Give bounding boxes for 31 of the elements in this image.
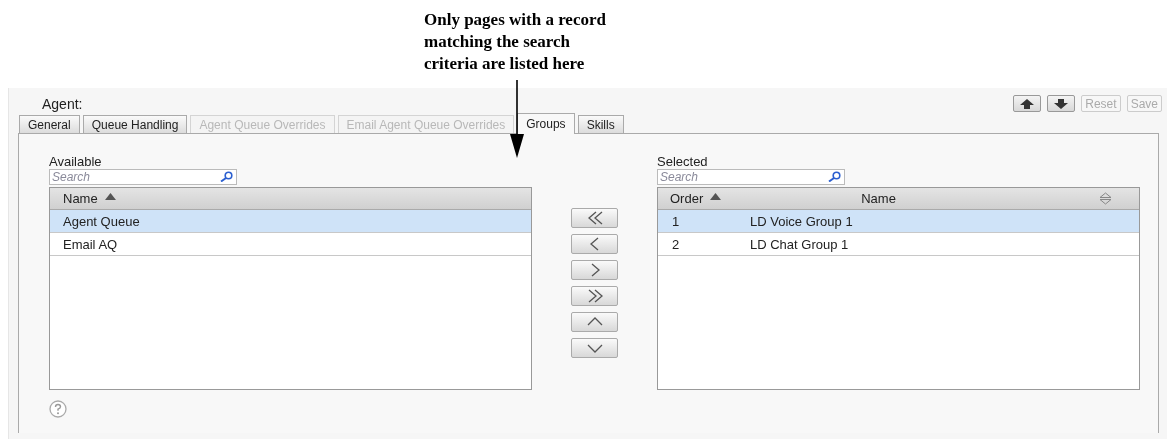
- selected-label: Selected: [657, 155, 709, 169]
- sort-ascending-icon: [104, 193, 116, 200]
- column-header[interactable]: Name: [861, 191, 896, 206]
- move-all-right-button[interactable]: [571, 286, 618, 306]
- tab[interactable]: General: [19, 115, 80, 133]
- search-field[interactable]: Search: [49, 169, 237, 185]
- list-row[interactable]: Email AQ: [50, 233, 531, 256]
- arrow-up-icon: [1020, 98, 1035, 109]
- move-right-button[interactable]: [571, 260, 618, 280]
- tab[interactable]: Groups: [517, 113, 575, 134]
- list-row[interactable]: Agent Queue: [50, 210, 531, 233]
- arrow-down-icon: [1054, 98, 1069, 109]
- tab[interactable]: Queue Handling: [82, 115, 188, 133]
- sortable-icon: [1099, 192, 1112, 205]
- move-left-button[interactable]: [571, 234, 618, 254]
- search-field[interactable]: Search: [657, 169, 845, 185]
- search-icon: [828, 171, 841, 182]
- list-row[interactable]: 2 LD Chat Group 1: [658, 233, 1139, 256]
- callout-text: Only pages with a record matching the search criteria are listed here: [424, 9, 606, 75]
- move-up-button[interactable]: [1013, 95, 1042, 112]
- search-icon: [220, 171, 233, 182]
- column-header[interactable]: Name: [63, 191, 98, 206]
- move-all-left-button[interactable]: [571, 208, 618, 228]
- tab[interactable]: Skills: [577, 115, 624, 133]
- list-row[interactable]: 1 LD Voice Group 1: [658, 210, 1139, 233]
- agent-label: Agent:: [42, 94, 83, 112]
- available-label: Available: [49, 155, 103, 169]
- sort-ascending-icon: [710, 193, 722, 200]
- column-header[interactable]: Order: [670, 191, 704, 206]
- move-down-button[interactable]: [1047, 95, 1076, 112]
- help-icon[interactable]: [49, 400, 67, 418]
